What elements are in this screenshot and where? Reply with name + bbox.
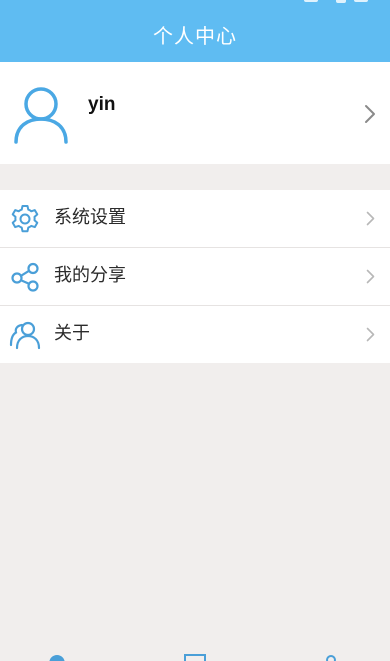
menu-item-label: 系统设置 <box>54 207 126 228</box>
book-icon[interactable] <box>180 654 210 661</box>
menu-item-about[interactable]: 关于 <box>0 306 390 363</box>
menu-item-my-shares[interactable]: 我的分享 <box>0 248 390 306</box>
chevron-right-icon <box>366 327 375 342</box>
profile-icon[interactable] <box>316 654 346 661</box>
gear-icon <box>11 205 39 233</box>
chevron-right-icon <box>366 269 375 284</box>
top-app-bar: 个人中心 <box>0 0 390 62</box>
menu-item-label: 我的分享 <box>54 265 126 286</box>
username: yin <box>88 94 116 115</box>
user-avatar-icon <box>14 87 68 144</box>
home-icon[interactable] <box>42 654 72 661</box>
menu-item-system-settings[interactable]: 系统设置 <box>0 190 390 248</box>
page-title: 个人中心 <box>153 23 237 48</box>
status-bar-icons <box>304 0 368 3</box>
bottom-tab-bar <box>0 648 390 661</box>
people-icon <box>9 321 41 350</box>
screen: 个人中心 yin 系统设置 我的分享 关于 <box>0 0 390 661</box>
chevron-right-icon <box>365 105 375 123</box>
menu-item-label: 关于 <box>54 323 90 344</box>
share-icon <box>11 262 39 292</box>
settings-menu: 系统设置 我的分享 关于 <box>0 190 390 363</box>
profile-card[interactable]: yin <box>0 62 390 164</box>
chevron-right-icon <box>366 211 375 226</box>
